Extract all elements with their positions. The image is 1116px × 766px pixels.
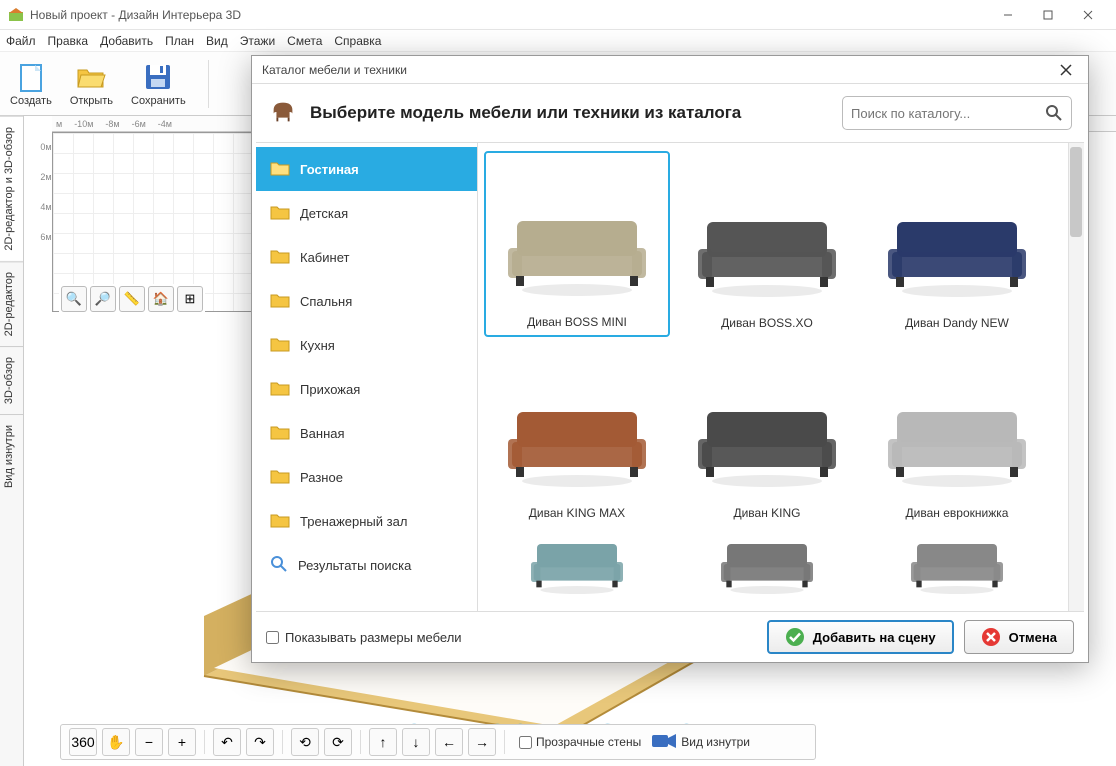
category-item[interactable]: Ванная: [256, 411, 477, 455]
furniture-thumbnail[interactable]: Диван BOSS.XO: [674, 151, 860, 337]
furniture-thumbnail[interactable]: Диван Dandy NEW: [864, 151, 1050, 337]
folder-icon: [270, 380, 290, 399]
sofa-preview: [692, 202, 842, 302]
folder-icon: [270, 160, 290, 179]
category-item[interactable]: Прихожая: [256, 367, 477, 411]
show-sizes-toggle[interactable]: Показывать размеры мебели: [266, 630, 462, 645]
thumbnail-caption: Диван еврокнижка: [906, 506, 1009, 520]
category-label: Разное: [300, 470, 343, 485]
category-label: Прихожая: [300, 382, 360, 397]
folder-icon: [270, 512, 290, 531]
sofa-preview: [882, 202, 1032, 302]
category-label: Кухня: [300, 338, 335, 353]
add-to-scene-button[interactable]: Добавить на сцену: [767, 620, 954, 654]
dialog-close-button[interactable]: [1054, 58, 1078, 82]
dialog-body: Гостиная Детская Кабинет Спальня Кухня Прихож…: [256, 142, 1084, 612]
scrollbar-thumb[interactable]: [1070, 147, 1082, 237]
category-item[interactable]: Результаты поиска: [256, 543, 477, 587]
category-label: Гостиная: [300, 162, 359, 177]
scrollbar[interactable]: [1068, 143, 1084, 611]
category-label: Детская: [300, 206, 348, 221]
dialog-header: Выберите модель мебели или техники из ка…: [252, 84, 1088, 142]
dialog-footer: Показывать размеры мебели Добавить на сц…: [252, 612, 1088, 662]
category-item[interactable]: Спальня: [256, 279, 477, 323]
dialog-overlay: Каталог мебели и техники Выберите модель…: [0, 0, 1116, 766]
search-icon[interactable]: [1045, 104, 1063, 122]
dialog-heading: Выберите модель мебели или техники из ка…: [310, 103, 830, 123]
sofa-preview: [882, 392, 1032, 492]
search-input[interactable]: [851, 106, 1045, 121]
armchair-icon: [268, 97, 298, 130]
thumbnail-caption: Диван BOSS.XO: [721, 316, 813, 330]
show-sizes-checkbox[interactable]: [266, 631, 279, 644]
furniture-thumbnail[interactable]: [864, 531, 1050, 601]
category-label: Ванная: [300, 426, 345, 441]
sofa-preview: [882, 534, 1032, 594]
category-item[interactable]: Разное: [256, 455, 477, 499]
folder-icon: [270, 468, 290, 487]
thumbnail-caption: Диван KING: [733, 506, 800, 520]
category-item[interactable]: Кухня: [256, 323, 477, 367]
category-item[interactable]: Гостиная: [256, 147, 477, 191]
category-label: Кабинет: [300, 250, 349, 265]
folder-icon: [270, 336, 290, 355]
thumbnail-grid: Диван BOSS MINI Диван BOSS.XO Диван Dandy …: [478, 143, 1084, 611]
furniture-thumbnail[interactable]: Диван KING: [674, 341, 860, 527]
catalog-dialog: Каталог мебели и техники Выберите модель…: [251, 55, 1089, 663]
folder-icon: [270, 248, 290, 267]
category-label: Результаты поиска: [298, 558, 411, 573]
furniture-thumbnail[interactable]: Диван BOSS MINI: [484, 151, 670, 337]
sofa-preview: [502, 392, 652, 492]
sofa-preview: [502, 201, 652, 301]
folder-icon: [270, 292, 290, 311]
category-item[interactable]: Кабинет: [256, 235, 477, 279]
furniture-thumbnail[interactable]: [484, 531, 670, 601]
sofa-preview: [502, 534, 652, 594]
sofa-preview: [692, 392, 842, 492]
category-label: Тренажерный зал: [300, 514, 407, 529]
furniture-thumbnail[interactable]: [674, 531, 860, 601]
folder-icon: [270, 204, 290, 223]
category-item[interactable]: Тренажерный зал: [256, 499, 477, 543]
thumbnail-caption: Диван BOSS MINI: [527, 315, 627, 329]
folder-icon: [270, 555, 288, 576]
search-box[interactable]: [842, 96, 1072, 130]
cancel-button[interactable]: Отмена: [964, 620, 1074, 654]
furniture-thumbnail[interactable]: Диван еврокнижка: [864, 341, 1050, 527]
furniture-thumbnail[interactable]: Диван KING MAX: [484, 341, 670, 527]
sofa-preview: [692, 534, 842, 594]
category-label: Спальня: [300, 294, 352, 309]
dialog-titlebar: Каталог мебели и техники: [252, 56, 1088, 84]
thumbnail-caption: Диван KING MAX: [529, 506, 625, 520]
folder-icon: [270, 424, 290, 443]
thumbnail-caption: Диван Dandy NEW: [905, 316, 1009, 330]
category-item[interactable]: Детская: [256, 191, 477, 235]
category-list: Гостиная Детская Кабинет Спальня Кухня Прихож…: [256, 143, 478, 611]
dialog-title-text: Каталог мебели и техники: [262, 63, 407, 77]
